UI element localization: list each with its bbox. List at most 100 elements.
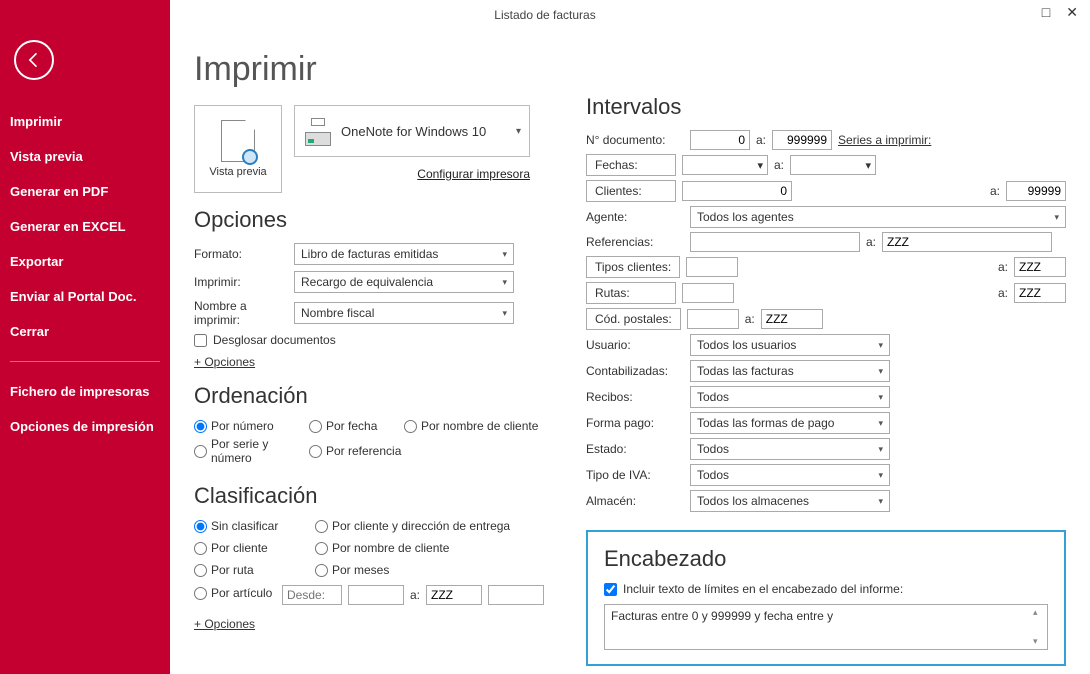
clasif-articulo[interactable]: Por artículo: [194, 586, 276, 600]
formato-label: Formato:: [194, 247, 294, 261]
fecha-to-input[interactable]: ▾: [790, 155, 876, 175]
sidebar-item-generar-pdf[interactable]: Generar en PDF: [0, 174, 170, 209]
encabezado-textarea[interactable]: Facturas entre 0 y 999999 y fecha entre …: [604, 604, 1048, 650]
chevron-down-icon: ▾: [1054, 212, 1059, 223]
a-input[interactable]: [426, 585, 482, 605]
almacen-label: Almacén:: [586, 494, 684, 508]
desglosar-label: Desglosar documentos: [213, 333, 336, 347]
clientes-from-input[interactable]: [682, 181, 792, 201]
clasif-meses[interactable]: Por meses: [315, 563, 525, 577]
desde-extra-input[interactable]: [348, 585, 404, 605]
almacen-select[interactable]: Todos los almacenes▾: [690, 490, 890, 512]
cpostales-button[interactable]: Cód. postales:: [586, 308, 681, 330]
estado-label: Estado:: [586, 442, 684, 456]
nombre-imprimir-label: Nombre a imprimir:: [194, 299, 294, 327]
tipos-cli-to-input[interactable]: [1014, 257, 1066, 277]
formato-select[interactable]: Libro de facturas emitidas▾: [294, 243, 514, 265]
ndoc-to-input[interactable]: [772, 130, 832, 150]
fecha-from-input[interactable]: ▾: [682, 155, 768, 175]
opciones-heading: Opciones: [194, 207, 554, 233]
page-title: Imprimir: [194, 50, 554, 89]
sidebar-item-exportar[interactable]: Exportar: [0, 244, 170, 279]
refs-from-input[interactable]: [690, 232, 860, 252]
vista-previa-label: Vista previa: [209, 166, 266, 178]
rutas-button[interactable]: Rutas:: [586, 282, 676, 304]
sidebar: Imprimir Vista previa Generar en PDF Gen…: [0, 0, 170, 674]
sidebar-item-opciones-impresion[interactable]: Opciones de impresión: [0, 409, 170, 444]
nombre-imprimir-select[interactable]: Nombre fiscal▾: [294, 302, 514, 324]
series-link[interactable]: Series a imprimir:: [838, 133, 931, 147]
rutas-to-input[interactable]: [1014, 283, 1066, 303]
rutas-from-input[interactable]: [682, 283, 734, 303]
sidebar-item-generar-excel[interactable]: Generar en EXCEL: [0, 209, 170, 244]
scrollbar[interactable]: ▴▾: [1033, 607, 1045, 647]
chevron-down-icon: ▾: [502, 277, 507, 288]
estado-select[interactable]: Todos▾: [690, 438, 890, 460]
cp-to-input[interactable]: [761, 309, 823, 329]
orden-referencia[interactable]: Por referencia: [309, 437, 459, 465]
printer-select[interactable]: OneNote for Windows 10 ▾: [294, 105, 530, 157]
intervalos-heading: Intervalos: [586, 94, 1066, 120]
tipos-cli-from-input[interactable]: [686, 257, 738, 277]
clasif-ruta[interactable]: Por ruta: [194, 563, 309, 577]
usuario-label: Usuario:: [586, 338, 684, 352]
sidebar-item-imprimir[interactable]: Imprimir: [0, 104, 170, 139]
window-controls: □ ✕: [1038, 4, 1082, 21]
clasif-sin-clasificar[interactable]: Sin clasificar: [194, 519, 309, 533]
incluir-limites-checkbox[interactable]: [604, 583, 617, 596]
a-label: a:: [998, 286, 1008, 300]
tipos-clientes-button[interactable]: Tipos clientes:: [586, 256, 680, 278]
orden-fecha[interactable]: Por fecha: [309, 419, 404, 433]
agente-select[interactable]: Todos los agentes▾: [690, 206, 1066, 228]
sidebar-item-enviar-portal[interactable]: Enviar al Portal Doc.: [0, 279, 170, 314]
back-button[interactable]: [14, 40, 54, 80]
chevron-down-icon: ▾: [878, 418, 883, 429]
tipoiva-select[interactable]: Todos▾: [690, 464, 890, 486]
orden-serie-numero[interactable]: Por serie y número: [194, 437, 309, 465]
chevron-down-icon: ▾: [878, 366, 883, 377]
formapago-select[interactable]: Todas las formas de pago▾: [690, 412, 890, 434]
desglosar-checkbox[interactable]: [194, 334, 207, 347]
maximize-icon[interactable]: □: [1038, 4, 1054, 21]
mas-opciones-link[interactable]: + Opciones: [194, 355, 255, 369]
ndoc-from-input[interactable]: [690, 130, 750, 150]
incluir-limites-label: Incluir texto de límites en el encabezad…: [623, 582, 903, 596]
orden-numero[interactable]: Por número: [194, 419, 309, 433]
chevron-down-icon: ▾: [878, 444, 883, 455]
clientes-button[interactable]: Clientes:: [586, 180, 676, 202]
sidebar-item-vista-previa[interactable]: Vista previa: [0, 139, 170, 174]
clasif-nombre-cliente[interactable]: Por nombre de cliente: [315, 541, 525, 555]
recibos-select[interactable]: Todos▾: [690, 386, 890, 408]
contabilizadas-select[interactable]: Todas las facturas▾: [690, 360, 890, 382]
close-icon[interactable]: ✕: [1062, 4, 1082, 21]
contabilizadas-label: Contabilizadas:: [586, 364, 684, 378]
encabezado-heading: Encabezado: [604, 546, 1048, 572]
desde-input[interactable]: [282, 585, 342, 605]
configurar-impresora-link[interactable]: Configurar impresora: [294, 167, 530, 181]
vista-previa-button[interactable]: Vista previa: [194, 105, 282, 193]
imprimir-select[interactable]: Recargo de equivalencia▾: [294, 271, 514, 293]
agente-label: Agente:: [586, 210, 684, 224]
usuario-select[interactable]: Todos los usuarios▾: [690, 334, 890, 356]
refs-to-input[interactable]: [882, 232, 1052, 252]
chevron-down-icon: ▾: [878, 392, 883, 403]
mas-opciones-clasif-link[interactable]: + Opciones: [194, 617, 255, 631]
chevron-down-icon: ▾: [516, 126, 521, 137]
encabezado-panel: Encabezado Incluir texto de límites en e…: [586, 530, 1066, 666]
a-label: a:: [756, 133, 766, 147]
clasif-cliente-direccion[interactable]: Por cliente y dirección de entrega: [315, 519, 525, 533]
cp-from-input[interactable]: [687, 309, 739, 329]
document-icon: [221, 120, 255, 162]
referencias-label: Referencias:: [586, 235, 684, 249]
a-extra-input[interactable]: [488, 585, 544, 605]
tipoiva-label: Tipo de IVA:: [586, 468, 684, 482]
clientes-to-input[interactable]: [1006, 181, 1066, 201]
a-label: a:: [866, 235, 876, 249]
clasif-cliente[interactable]: Por cliente: [194, 541, 309, 555]
sidebar-item-fichero-impresoras[interactable]: Fichero de impresoras: [0, 374, 170, 409]
imprimir-label: Imprimir:: [194, 275, 294, 289]
orden-nombre-cliente[interactable]: Por nombre de cliente: [404, 419, 554, 433]
a-label: a:: [998, 260, 1008, 274]
fechas-button[interactable]: Fechas:: [586, 154, 676, 176]
sidebar-item-cerrar[interactable]: Cerrar: [0, 314, 170, 349]
